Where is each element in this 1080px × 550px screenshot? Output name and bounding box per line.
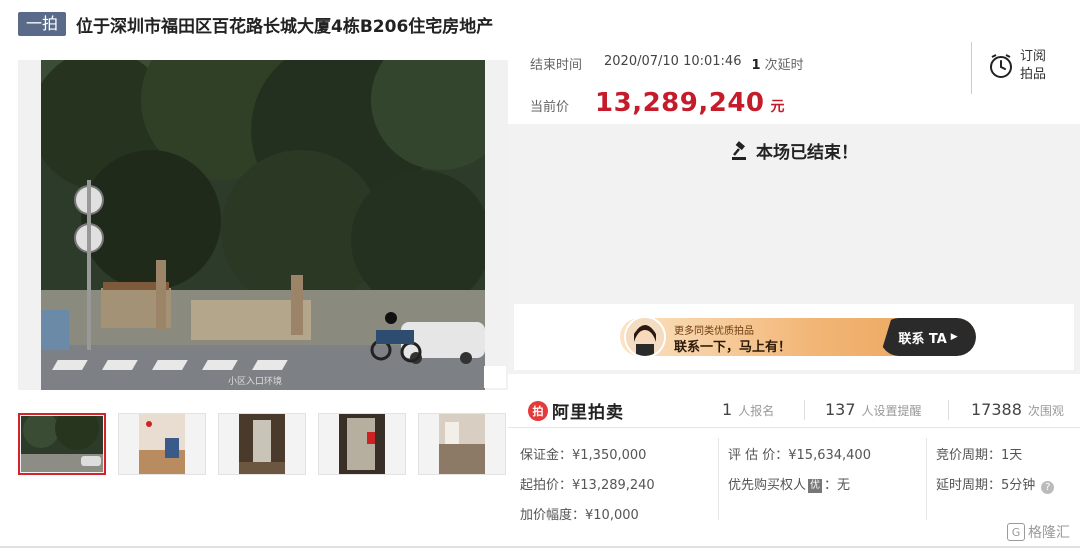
auction-details: 保证金：¥1,350,000 起拍价：¥13,289,240 加价幅度：¥10,… xyxy=(508,428,1080,523)
stats-bar: 拍 阿里拍卖 1 人报名 137 人设置提醒 17388 次围观 xyxy=(508,388,1080,428)
main-photo[interactable]: 小区入口环境 xyxy=(18,60,508,390)
thumbnail-5[interactable] xyxy=(418,413,506,475)
page-title: 位于深圳市福田区百花路长城大厦4栋B206住宅房地产 xyxy=(76,16,494,37)
street-photo xyxy=(41,60,485,390)
page-header: 一拍 位于深圳市福田区百花路长城大厦4栋B206住宅房地产 xyxy=(18,11,493,37)
photo-caption: 小区入口环境 xyxy=(228,377,283,387)
appraisal-price: 评 估 价：¥15,634,400 xyxy=(728,448,871,463)
thumbnail-1[interactable] xyxy=(18,413,106,475)
logo-mark-icon: 拍 xyxy=(528,400,548,421)
gelonghui-logo-icon: G xyxy=(1007,523,1025,541)
ali-auction-logo: 拍 阿里拍卖 xyxy=(528,398,624,423)
end-time-row: 结束时间 2020/07/10 10:01:46 1 次延时 xyxy=(530,54,804,73)
end-time-value: 2020/07/10 10:01:46 xyxy=(604,54,742,69)
divider xyxy=(0,546,1080,548)
promo-banner-container: 更多同类优质拍品 联系一下，马上有！ 联系 TA ▶ xyxy=(514,304,1074,370)
delay-period-text: 延时周期：5分钟 xyxy=(936,478,1036,493)
auction-ended-text: 本场已结束！ xyxy=(756,143,858,163)
priority-buyer: 优先购买权人优：无 xyxy=(728,474,850,493)
bid-increment: 加价幅度：¥10,000 xyxy=(520,508,639,523)
price-unit: 元 xyxy=(770,99,785,115)
auction-status-panel: 本场已结束！ 更多同类优质拍品 联系一下，马上有！ 联系 TA ▶ xyxy=(508,124,1080,374)
subscribe-label: 订阅拍品 xyxy=(1020,49,1047,82)
contact-label: 联系 TA xyxy=(898,331,947,347)
help-icon[interactable]: ? xyxy=(1041,481,1055,494)
delay-count: 1 次延时 xyxy=(751,54,803,73)
thumbnail-4[interactable] xyxy=(318,413,406,475)
thumbnail-image xyxy=(239,414,285,474)
views-label: 次围观 xyxy=(1027,404,1064,418)
thumbnail-3[interactable] xyxy=(218,413,306,475)
views-count: 17388 xyxy=(971,400,1022,419)
registrants-count: 1 xyxy=(722,400,733,419)
current-price: 13,289,240 xyxy=(595,88,765,118)
reminders-stat: 137 人设置提醒 xyxy=(825,400,922,419)
thumbnail-image xyxy=(139,414,185,474)
thumbnail-strip xyxy=(18,413,506,475)
play-arrow-icon: ▶ xyxy=(950,332,958,342)
divider xyxy=(971,42,972,94)
contact-ta-button[interactable]: 联系 TA ▶ xyxy=(880,318,976,356)
divider xyxy=(948,400,949,420)
registrants-label: 人报名 xyxy=(738,404,775,418)
price-row: 当前价 13,289,240 元 xyxy=(530,88,785,118)
end-time-label: 结束时间 xyxy=(530,58,583,73)
auction-ended-notice: 本场已结束！ xyxy=(508,138,1080,163)
divider xyxy=(926,438,927,520)
watermark-text: 格隆汇 xyxy=(1028,525,1070,541)
magnifier-icon[interactable] xyxy=(484,366,506,388)
reminders-count: 137 xyxy=(825,400,856,419)
thumbnail-image xyxy=(339,414,385,474)
promo-line1: 更多同类优质拍品 xyxy=(674,326,754,337)
divider xyxy=(718,438,719,520)
current-price-label: 当前价 xyxy=(530,100,570,115)
thumbnail-image xyxy=(439,414,485,474)
promo-line2: 联系一下，马上有！ xyxy=(674,340,792,355)
subscribe-button[interactable]: 订阅拍品 xyxy=(988,48,1050,84)
deposit: 保证金：¥1,350,000 xyxy=(520,448,647,463)
thumbnail-2[interactable] xyxy=(118,413,206,475)
contact-promo-banner[interactable]: 更多同类优质拍品 联系一下，马上有！ 联系 TA ▶ xyxy=(620,318,976,356)
avatar xyxy=(624,318,666,356)
bid-period: 竞价周期：1天 xyxy=(936,448,1023,463)
gavel-icon xyxy=(732,140,746,160)
views-stat: 17388 次围观 xyxy=(971,400,1064,419)
watermark: G 格隆汇 xyxy=(1007,522,1070,542)
registrants-stat: 1 人报名 xyxy=(722,400,774,419)
divider xyxy=(804,400,805,420)
alarm-clock-icon xyxy=(990,54,1012,78)
reminders-label: 人设置提醒 xyxy=(861,404,922,418)
auction-type-badge: 一拍 xyxy=(18,12,67,36)
priority-buyer-label: 优先购买权人 xyxy=(728,478,807,493)
priority-tag-icon: 优 xyxy=(808,479,823,493)
logo-name: 阿里拍卖 xyxy=(552,403,624,423)
delay-count-number: 1 xyxy=(751,58,761,73)
delay-period: 延时周期：5分钟? xyxy=(936,474,1055,494)
delay-count-label: 次延时 xyxy=(764,58,804,73)
start-price: 起拍价：¥13,289,240 xyxy=(520,478,655,493)
priority-buyer-value: ：无 xyxy=(824,478,851,493)
auction-info: 结束时间 2020/07/10 10:01:46 1 次延时 当前价 13,28… xyxy=(508,40,1080,124)
thumbnail-image xyxy=(21,416,103,472)
